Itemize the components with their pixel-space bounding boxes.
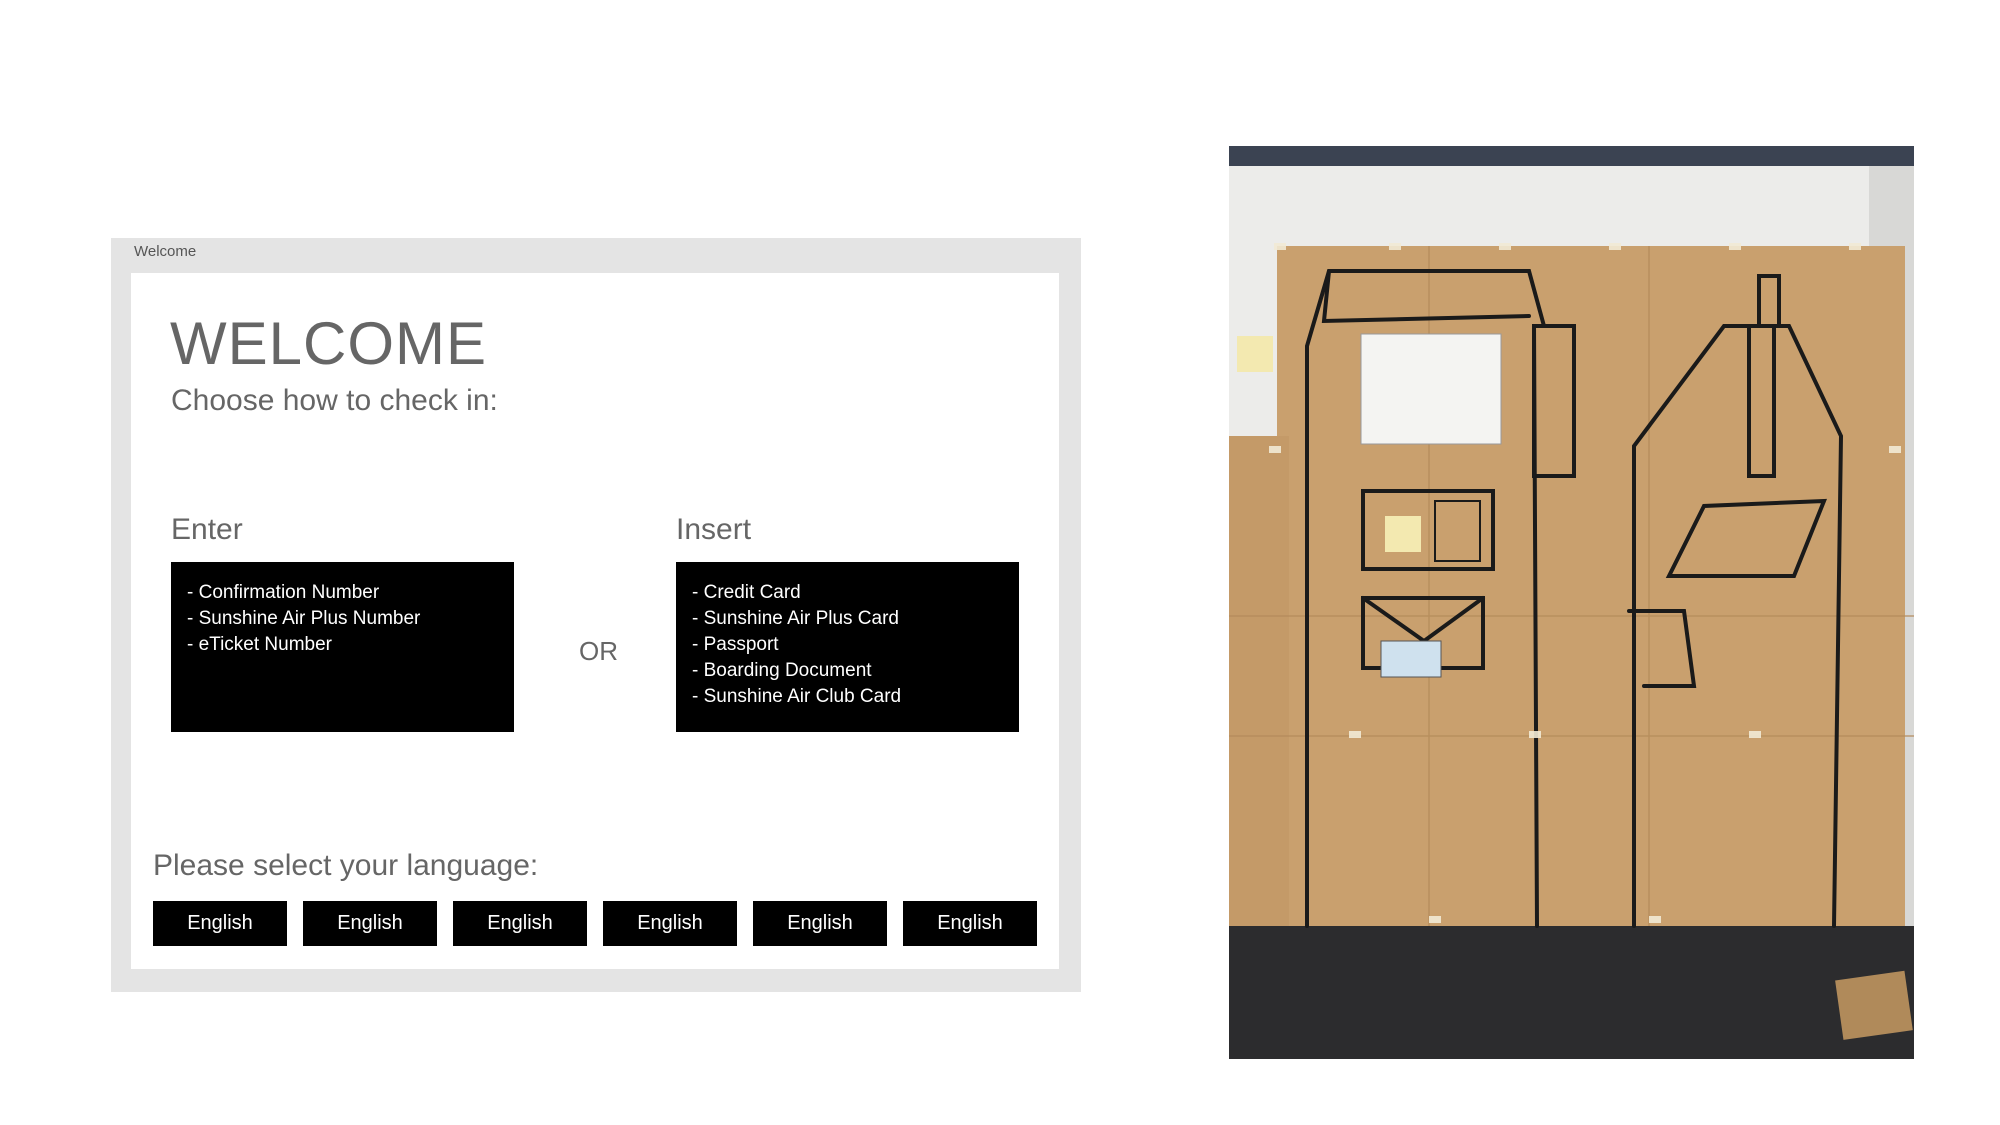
enter-options-button[interactable]: - Confirmation Number - Sunshine Air Plu…: [171, 562, 514, 732]
insert-options-button[interactable]: - Credit Card - Sunshine Air Plus Card -…: [676, 562, 1019, 732]
window-title: Welcome: [134, 243, 197, 260]
enter-option: - Confirmation Number: [187, 582, 380, 603]
insert-option: - Boarding Document: [692, 660, 872, 681]
language-button[interactable]: English: [603, 901, 737, 946]
insert-label: Insert: [676, 513, 752, 546]
kiosk-window: Welcome WELCOME Choose how to check in: …: [111, 238, 1081, 992]
language-prompt: Please select your language:: [153, 849, 539, 882]
insert-option: - Sunshine Air Club Card: [692, 686, 902, 707]
insert-option: - Sunshine Air Plus Card: [692, 608, 899, 629]
language-button[interactable]: English: [453, 901, 587, 946]
insert-option: - Credit Card: [692, 582, 801, 603]
page-title: WELCOME: [170, 310, 488, 377]
or-separator: OR: [579, 636, 618, 666]
language-button-row: English English English English English …: [153, 901, 1037, 946]
paper-prototype-photo: [1229, 146, 1914, 1059]
language-button[interactable]: English: [303, 901, 437, 946]
language-button[interactable]: English: [903, 901, 1037, 946]
page-subtitle: Choose how to check in:: [171, 384, 498, 417]
enter-option: - eTicket Number: [187, 634, 332, 655]
enter-label: Enter: [171, 513, 243, 546]
language-button[interactable]: English: [753, 901, 887, 946]
enter-option: - Sunshine Air Plus Number: [187, 608, 421, 629]
language-button[interactable]: English: [153, 901, 287, 946]
insert-option: - Passport: [692, 634, 779, 655]
window-body: WELCOME Choose how to check in: Enter - …: [131, 273, 1059, 969]
